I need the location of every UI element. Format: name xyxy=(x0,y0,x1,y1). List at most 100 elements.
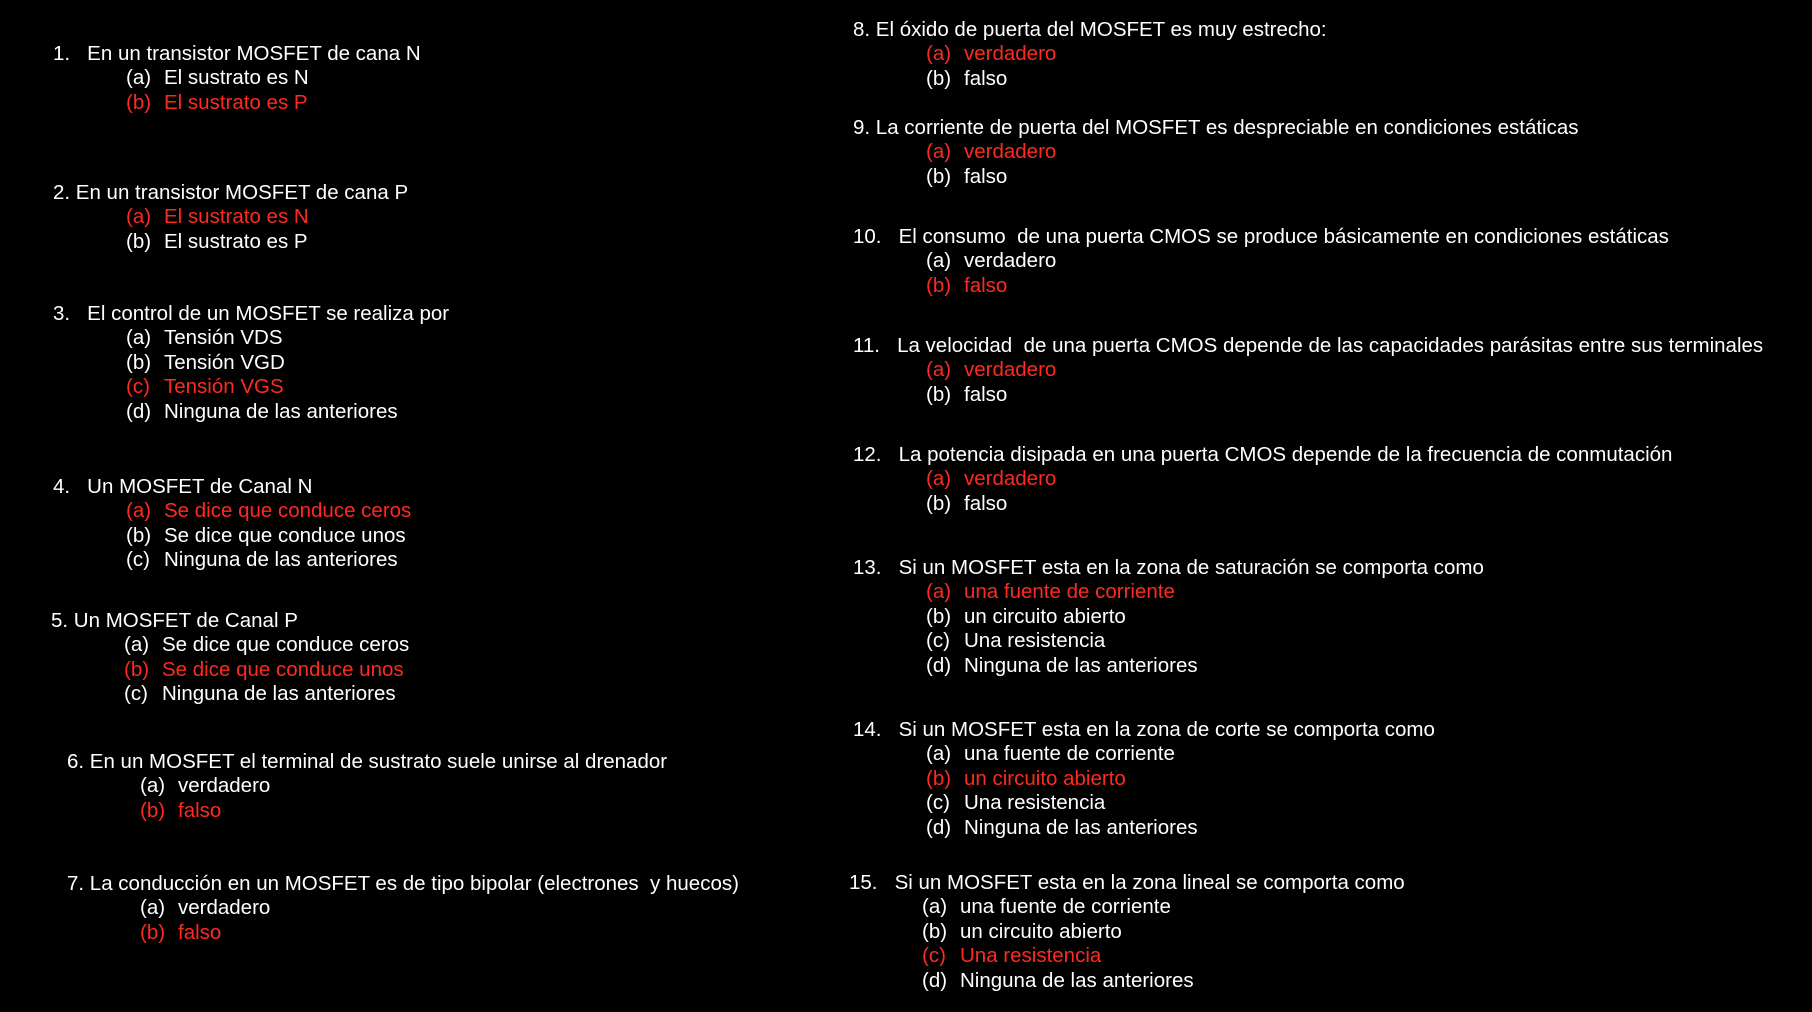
answer-option: (d) Ninguna de las anteriores xyxy=(853,654,1484,678)
answer-option: (d) Ninguna de las anteriores xyxy=(853,816,1435,840)
question-text: 3. El control de un MOSFET se realiza po… xyxy=(53,302,450,325)
option-letter: (a) xyxy=(926,580,952,604)
option-text: verdadero xyxy=(964,42,1057,66)
question-4: 4. Un MOSFET de Canal N (a) Se dice que co… xyxy=(53,475,411,573)
question-7: 7. La conducción en un MOSFET es de tipo… xyxy=(67,872,739,945)
option-text: falso xyxy=(178,798,222,822)
option-text: El sustrato es P xyxy=(164,229,308,253)
option-letter: (b) xyxy=(140,920,166,944)
question-text: 14. Si un MOSFET esta en la zona de cort… xyxy=(853,718,1435,741)
option-letter: (a) xyxy=(126,205,152,229)
answer-option-correct: (c) Tensión VGS xyxy=(53,375,449,399)
option-letter: (d) xyxy=(126,399,152,423)
question-13: 13. Si un MOSFET esta en la zona de satu… xyxy=(853,556,1484,678)
answer-option: (b) Tensión VGD xyxy=(53,351,449,375)
option-text: verdadero xyxy=(964,467,1057,491)
answer-option-correct: (b) falso xyxy=(853,274,1669,298)
option-text: Ninguna de las anteriores xyxy=(164,548,398,572)
answer-option-correct: (b) Se dice que conduce unos xyxy=(51,658,409,682)
question-text: 12. La potencia disipada en una puerta C… xyxy=(853,443,1673,466)
option-text: verdadero xyxy=(964,140,1057,164)
question-text: 10. El consumo de una puerta CMOS se pro… xyxy=(853,225,1669,248)
answer-option-correct: (a) verdadero xyxy=(853,467,1672,491)
option-letter: (a) xyxy=(126,499,152,523)
option-text: falso xyxy=(964,164,1008,188)
answer-option: (c) Ninguna de las anteriores xyxy=(51,682,409,706)
answer-option-correct: (a) El sustrato es N xyxy=(53,205,408,229)
question-text: 7. La conducción en un MOSFET es de tipo… xyxy=(67,872,739,895)
option-text: El sustrato es P xyxy=(164,90,308,114)
question-1: 1. En un transistor MOSFET de cana N (a) E… xyxy=(53,42,421,115)
option-letter: (c) xyxy=(126,375,150,399)
question-5: 5. Un MOSFET de Canal P (a) Se dice que co… xyxy=(51,609,409,707)
question-text: 6. En un MOSFET el terminal de sustrato … xyxy=(67,750,668,773)
option-text: falso xyxy=(964,491,1008,515)
question-15: 15. Si un MOSFET esta en la zona lineal … xyxy=(849,871,1405,993)
option-letter: (b) xyxy=(126,90,152,114)
answer-option: (b) falso xyxy=(853,492,1672,516)
option-text: Una resistencia xyxy=(964,629,1106,653)
option-letter: (b) xyxy=(926,604,952,628)
option-letter: (b) xyxy=(926,164,952,188)
option-text: Una resistencia xyxy=(960,944,1102,968)
option-letter: (c) xyxy=(124,682,148,706)
option-letter: (a) xyxy=(926,249,952,273)
answer-option: (c) Una resistencia xyxy=(853,629,1484,653)
option-letter: (b) xyxy=(926,66,952,90)
answer-option: (c) Una resistencia xyxy=(853,791,1435,815)
question-8: 8. El óxido de puerta del MOSFET es muy … xyxy=(853,18,1327,91)
option-text: verdadero xyxy=(964,358,1057,382)
option-letter: (b) xyxy=(926,491,952,515)
option-text: Ninguna de las anteriores xyxy=(162,682,396,706)
option-text: Ninguna de las anteriores xyxy=(964,653,1198,677)
question-3: 3. El control de un MOSFET se realiza po… xyxy=(53,302,449,424)
option-letter: (a) xyxy=(140,774,166,798)
option-text: falso xyxy=(178,920,222,944)
answer-option: (a) una fuente de corriente xyxy=(853,742,1435,766)
question-text: 8. El óxido de puerta del MOSFET es muy … xyxy=(853,18,1327,41)
option-text: Se dice que conduce unos xyxy=(164,523,406,547)
answer-option-correct: (a) Se dice que conduce ceros xyxy=(53,499,411,523)
answer-option: (b) falso xyxy=(853,383,1763,407)
option-text: Se dice que conduce unos xyxy=(162,657,404,681)
question-12: 12. La potencia disipada en una puerta C… xyxy=(853,443,1672,516)
answer-option-correct: (a) verdadero xyxy=(853,140,1579,164)
option-letter: (b) xyxy=(926,382,952,406)
option-letter: (a) xyxy=(124,633,150,657)
answer-option-correct: (b) El sustrato es P xyxy=(53,91,421,115)
option-text: Tensión VDS xyxy=(164,326,283,350)
option-letter: (b) xyxy=(140,798,166,822)
option-text: Ninguna de las anteriores xyxy=(164,399,398,423)
answer-option-correct: (a) verdadero xyxy=(853,358,1763,382)
question-text: 4. Un MOSFET de Canal N xyxy=(53,475,313,498)
option-text: El sustrato es N xyxy=(164,66,309,90)
option-letter: (d) xyxy=(926,653,952,677)
answer-option-correct: (a) verdadero xyxy=(853,42,1327,66)
option-letter: (c) xyxy=(926,629,950,653)
option-letter: (b) xyxy=(922,919,948,943)
question-text: 11. La velocidad de una puerta CMOS depe… xyxy=(853,334,1764,357)
option-text: verdadero xyxy=(178,896,271,920)
option-letter: (b) xyxy=(124,657,150,681)
answer-option: (a) verdadero xyxy=(853,249,1669,273)
answer-option: (a) El sustrato es N xyxy=(53,66,421,90)
answer-option: (d) Ninguna de las anteriores xyxy=(53,400,449,424)
option-text: una fuente de corriente xyxy=(960,895,1171,919)
question-text: 13. Si un MOSFET esta en la zona de satu… xyxy=(853,556,1484,579)
option-letter: (b) xyxy=(926,273,952,297)
option-letter: (a) xyxy=(126,326,152,350)
question-text: 1. En un transistor MOSFET de cana N xyxy=(53,42,421,65)
answer-option: (a) verdadero xyxy=(67,774,667,798)
answer-option: (b) falso xyxy=(853,67,1327,91)
answer-option: (b) El sustrato es P xyxy=(53,230,408,254)
option-letter: (a) xyxy=(926,358,952,382)
question-text: 15. Si un MOSFET esta en la zona lineal … xyxy=(849,871,1405,894)
answer-option: (b) falso xyxy=(853,165,1579,189)
answer-option-correct: (b) falso xyxy=(67,799,667,823)
option-text: falso xyxy=(964,382,1008,406)
option-text: Tensión VGS xyxy=(164,375,284,399)
option-letter: (a) xyxy=(922,895,948,919)
option-letter: (a) xyxy=(926,140,952,164)
option-text: falso xyxy=(964,66,1008,90)
option-letter: (a) xyxy=(926,42,952,66)
